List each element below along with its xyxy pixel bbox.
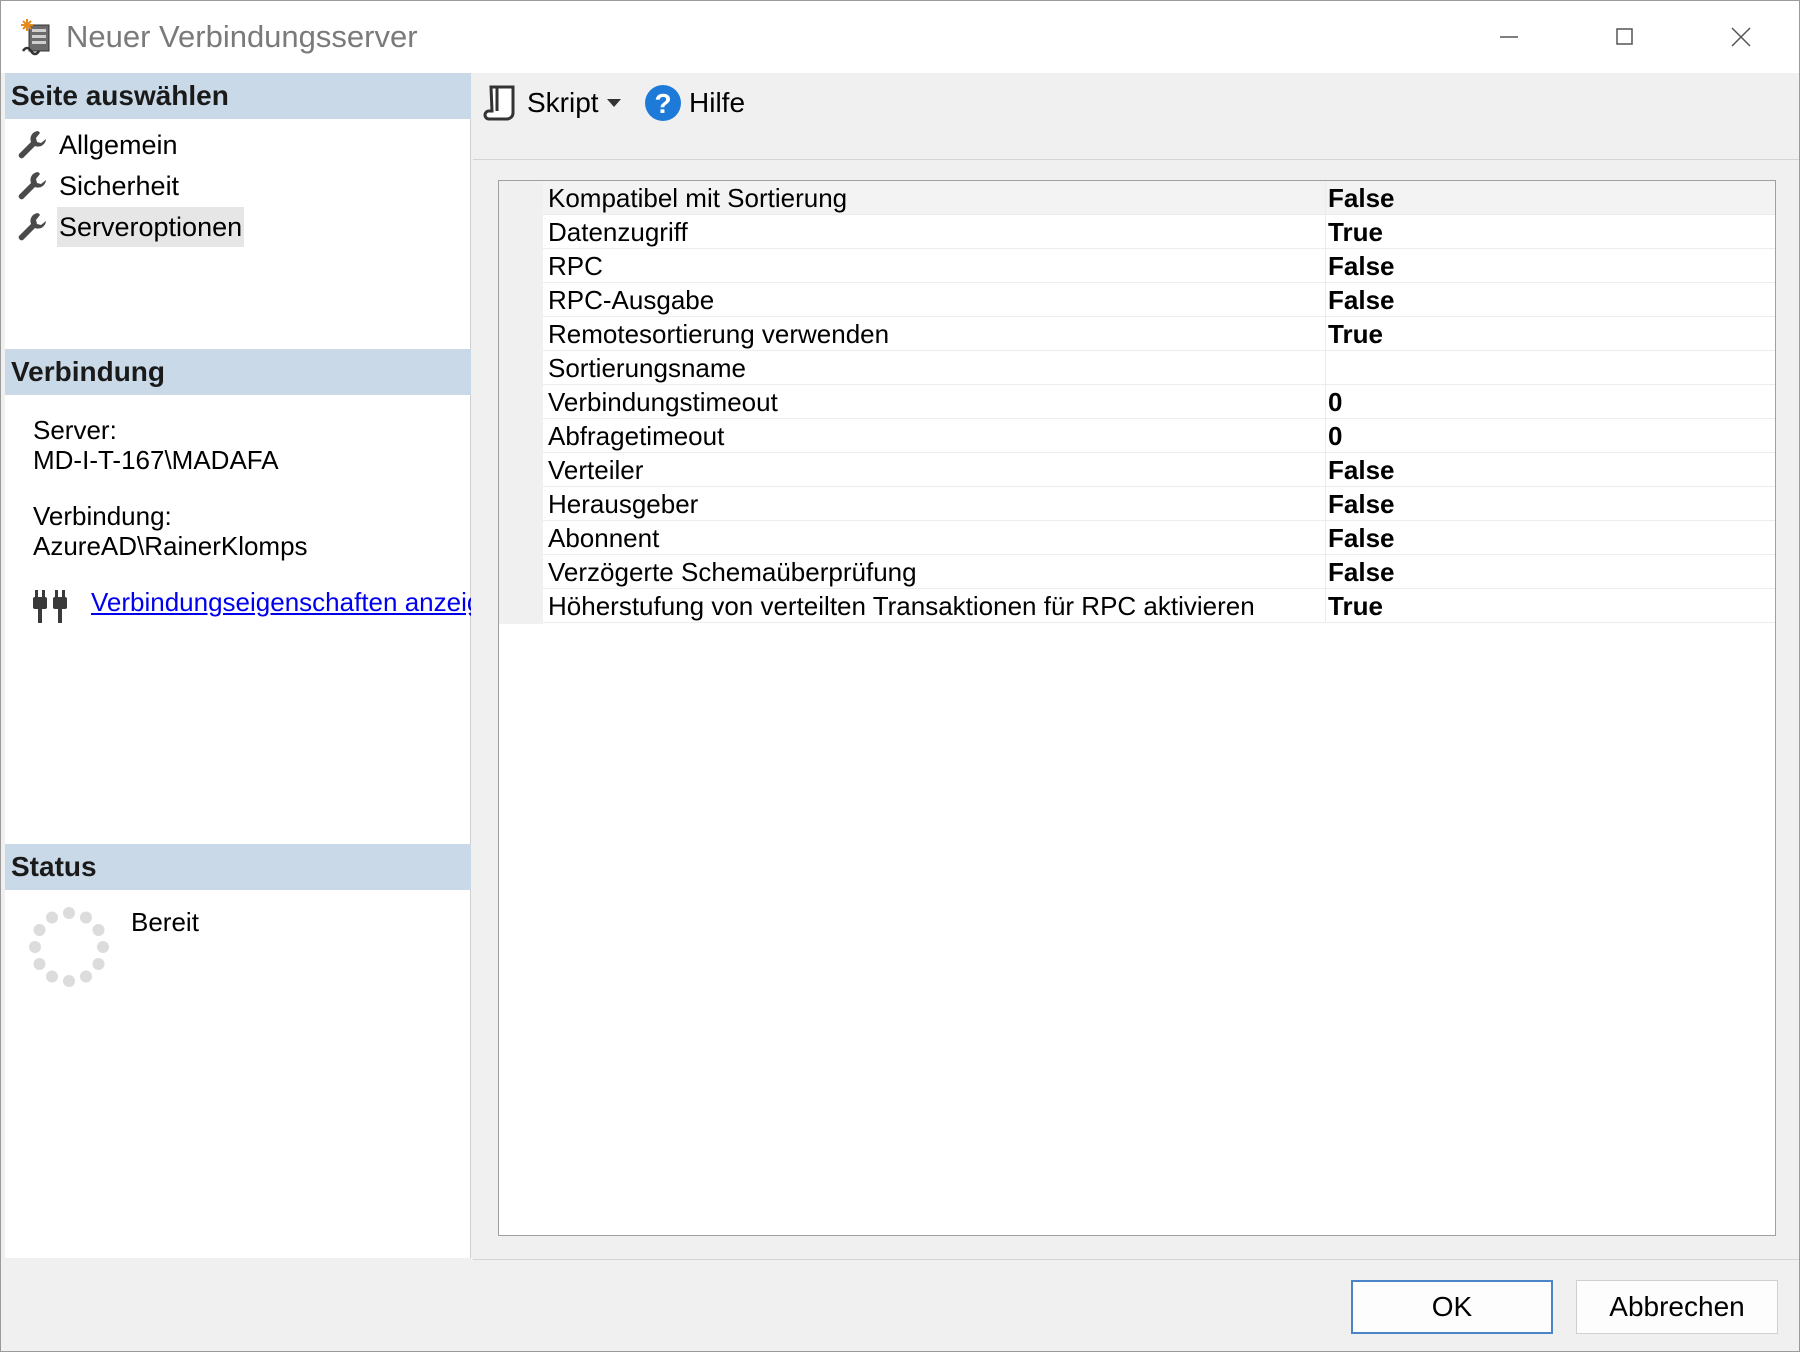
cancel-button[interactable]: Abbrechen [1576, 1280, 1778, 1334]
server-label: Server: [33, 415, 117, 445]
property-row-compatible-collation[interactable]: Kompatibel mit Sortierung False [543, 181, 1775, 215]
property-value[interactable]: True [1328, 589, 1383, 623]
nav-item-label: Allgemein [59, 130, 178, 160]
connection-label: Verbindung: [33, 501, 172, 531]
close-icon [1731, 27, 1751, 47]
property-row-rpc[interactable]: RPC False [543, 249, 1775, 283]
property-name: Abonnent [548, 523, 660, 553]
window-title: Neuer Verbindungsserver [66, 19, 418, 54]
nav-item-label: Serveroptionen [57, 207, 245, 247]
maximize-button[interactable] [1567, 1, 1683, 73]
property-name: Remotesortierung verwenden [548, 319, 890, 349]
property-value[interactable]: False [1328, 487, 1395, 521]
maximize-icon [1616, 28, 1633, 45]
property-value[interactable]: False [1328, 521, 1395, 555]
title-bar: Neuer Verbindungsserver [1, 1, 1799, 73]
script-button[interactable]: Skript [483, 81, 635, 125]
property-row-rpc-out[interactable]: RPC-Ausgabe False [543, 283, 1775, 317]
help-label: Hilfe [689, 87, 746, 118]
property-name: RPC-Ausgabe [548, 285, 715, 315]
property-value[interactable]: False [1328, 453, 1395, 487]
wrench-icon [15, 210, 49, 244]
connection-properties-link[interactable]: Verbindungseigenschaften anzeigen [91, 587, 471, 618]
nav-item-label: Sicherheit [59, 171, 180, 201]
wrench-icon [15, 169, 49, 203]
property-row-lazy-schema-validation[interactable]: Verzögerte Schemaüberprüfung False [543, 555, 1775, 589]
property-row-data-access[interactable]: Datenzugriff True [543, 215, 1775, 249]
property-value[interactable]: True [1328, 317, 1383, 351]
dialog-window: Neuer Verbindungsserver Seite auswählen … [0, 0, 1800, 1352]
minimize-icon [1500, 36, 1518, 38]
property-value[interactable]: 0 [1328, 385, 1342, 419]
server-value: MD-I-T-167\MADAFA [33, 445, 279, 475]
connection-value: AzureAD\RainerKlomps [33, 531, 308, 561]
help-icon: ? [645, 85, 681, 121]
property-name: Verzögerte Schemaüberprüfung [548, 557, 917, 587]
status-header: Status [5, 844, 471, 890]
linked-server-icon [21, 19, 50, 56]
property-value[interactable]: False [1328, 555, 1395, 589]
property-row-rpc-promotion[interactable]: Höherstufung von verteilten Transaktione… [543, 589, 1775, 623]
nav-item-serveroptionen[interactable]: Serveroptionen [15, 207, 245, 247]
property-name: Abfragetimeout [548, 421, 725, 451]
help-button[interactable]: ? Hilfe [643, 81, 745, 125]
chevron-down-icon[interactable] [599, 93, 629, 113]
property-name: Verteiler [548, 455, 644, 485]
close-button[interactable] [1683, 1, 1799, 73]
property-value[interactable]: True [1328, 215, 1383, 249]
property-name: RPC [548, 251, 603, 281]
select-page-header: Seite auswählen [5, 73, 471, 119]
property-name: Verbindungstimeout [548, 387, 778, 417]
property-name: Kompatibel mit Sortierung [548, 183, 848, 213]
property-row-collation-name[interactable]: Sortierungsname [543, 351, 1775, 385]
svg-text:?: ? [654, 88, 671, 119]
dialog-footer: OK Abbrechen [473, 1259, 1799, 1351]
ok-button[interactable]: OK [1351, 1280, 1553, 1334]
progress-spinner-icon [29, 907, 109, 987]
property-name: Datenzugriff [548, 217, 688, 247]
property-row-use-remote-collation[interactable]: Remotesortierung verwenden True [543, 317, 1775, 351]
property-name: Höherstufung von verteilten Transaktione… [548, 591, 1255, 621]
connection-header: Verbindung [5, 349, 471, 395]
minimize-button[interactable] [1451, 1, 1567, 73]
toolbar: Skript ? Hilfe [473, 73, 1799, 160]
property-grid-gutter [499, 181, 543, 624]
property-row-publisher[interactable]: Herausgeber False [543, 487, 1775, 521]
wrench-icon [15, 128, 49, 162]
property-value[interactable]: False [1328, 249, 1395, 283]
sidebar: Seite auswählen Allgemein Sicherheit Ser… [5, 73, 471, 1258]
property-grid: Kompatibel mit Sortierung False Datenzug… [498, 180, 1776, 1236]
nav-item-allgemein[interactable]: Allgemein [15, 125, 180, 165]
property-row-connection-timeout[interactable]: Verbindungstimeout 0 [543, 385, 1775, 419]
property-name: Sortierungsname [548, 353, 746, 383]
status-value: Bereit [131, 907, 199, 937]
property-value[interactable]: 0 [1328, 419, 1342, 453]
script-label: Skript [527, 87, 599, 118]
property-row-query-timeout[interactable]: Abfragetimeout 0 [543, 419, 1775, 453]
property-row-distributor[interactable]: Verteiler False [543, 453, 1775, 487]
script-icon [483, 85, 515, 121]
property-value[interactable]: False [1328, 181, 1395, 215]
property-value[interactable]: False [1328, 283, 1395, 317]
nav-item-sicherheit[interactable]: Sicherheit [15, 166, 181, 206]
property-row-subscriber[interactable]: Abonnent False [543, 521, 1775, 555]
plug-icon [33, 590, 67, 623]
property-name: Herausgeber [548, 489, 699, 519]
